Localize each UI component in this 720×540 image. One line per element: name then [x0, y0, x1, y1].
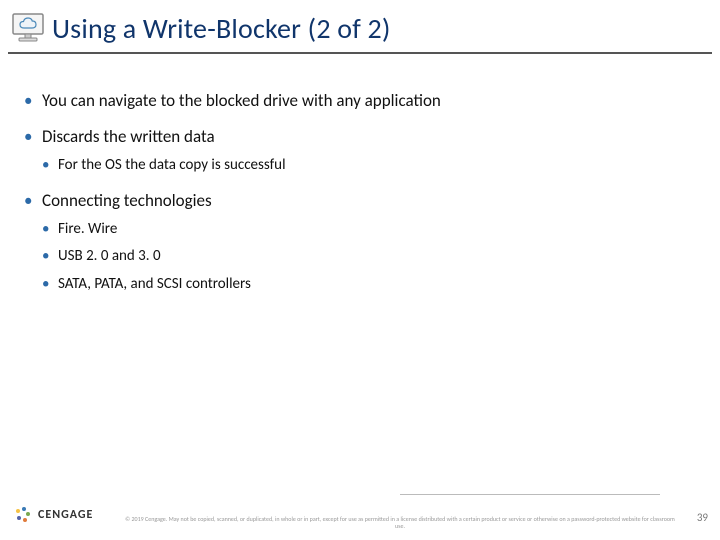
slide-title: Using a Write-Blocker (2 of 2): [52, 11, 391, 46]
bullet-text: Fire. Wire: [58, 220, 117, 238]
bullet-text: Connecting technologies: [42, 190, 212, 211]
bullet-text: USB 2. 0 and 3. 0: [58, 247, 161, 265]
cengage-logo-icon: [14, 506, 32, 524]
slide: Using a Write-Blocker (2 of 2) You can n…: [0, 0, 720, 540]
slide-body: You can navigate to the blocked drive wi…: [24, 90, 696, 308]
footer: CENGAGE © 2019 Cengage. May not be copie…: [0, 494, 720, 534]
list-item: You can navigate to the blocked drive wi…: [24, 90, 696, 112]
brand-text: CENGAGE: [38, 508, 93, 522]
bullet-text: You can navigate to the blocked drive wi…: [42, 90, 441, 111]
title-row: Using a Write-Blocker (2 of 2): [0, 8, 720, 48]
bullet-text: For the OS the data copy is successful: [58, 156, 286, 174]
bullet-text: Discards the written data: [42, 126, 215, 147]
brand: CENGAGE: [14, 506, 93, 524]
bullet-text: SATA, PATA, and SCSI controllers: [58, 275, 251, 293]
list-item: Connecting technologies Fire. Wire USB 2…: [24, 190, 696, 295]
list-item: SATA, PATA, and SCSI controllers: [42, 275, 696, 295]
monitor-cloud-icon: [6, 8, 52, 48]
page-number: 39: [697, 511, 708, 524]
copyright-text: © 2019 Cengage. May not be copied, scann…: [120, 516, 680, 530]
footer-rule: [400, 494, 660, 495]
list-item: USB 2. 0 and 3. 0: [42, 247, 696, 267]
sub-bullet-list: For the OS the data copy is successful: [42, 156, 696, 176]
bullet-list: You can navigate to the blocked drive wi…: [24, 90, 696, 294]
list-item: Discards the written data For the OS the…: [24, 126, 696, 176]
list-item: For the OS the data copy is successful: [42, 156, 696, 176]
title-underline: [8, 52, 712, 54]
sub-bullet-list: Fire. Wire USB 2. 0 and 3. 0 SATA, PATA,…: [42, 220, 696, 295]
list-item: Fire. Wire: [42, 220, 696, 240]
